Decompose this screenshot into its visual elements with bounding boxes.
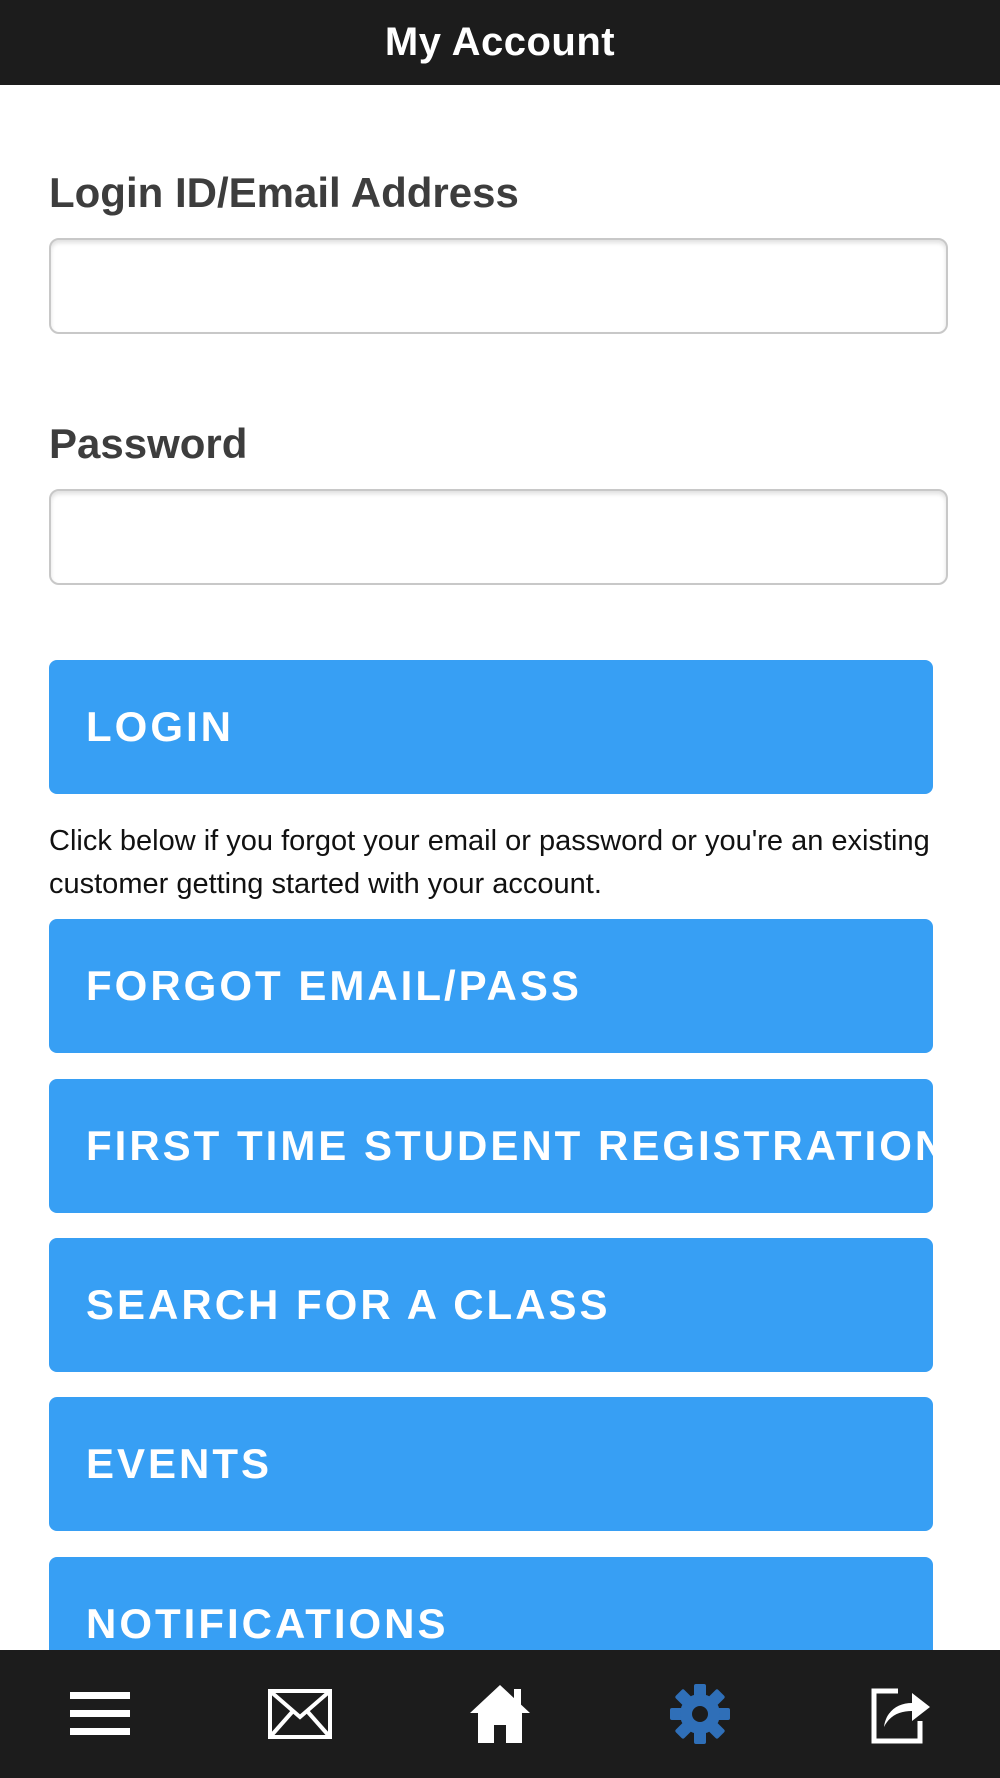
notifications-button-label: NOTIFICATIONS bbox=[86, 1600, 449, 1647]
password-input[interactable] bbox=[49, 489, 948, 585]
gear-icon bbox=[670, 1684, 730, 1744]
login-button-label: LOGIN bbox=[86, 703, 234, 750]
forgot-button-label: FORGOT EMAIL/PASS bbox=[86, 962, 582, 1009]
app-window: My Account Login ID/Email Address Passwo… bbox=[0, 0, 1000, 1778]
mail-icon bbox=[268, 1689, 332, 1739]
nav-mail-button[interactable] bbox=[255, 1669, 345, 1759]
nav-menu-button[interactable] bbox=[55, 1669, 145, 1759]
menu-icon bbox=[70, 1692, 130, 1735]
top-bar: My Account bbox=[0, 0, 1000, 85]
page-title: My Account bbox=[384, 20, 616, 64]
share-icon bbox=[871, 1688, 930, 1744]
login-button[interactable]: LOGIN bbox=[49, 660, 933, 794]
login-id-label: Login ID/Email Address bbox=[49, 169, 519, 216]
first-time-registration-button[interactable]: FIRST TIME STUDENT REGISTRATION bbox=[49, 1079, 945, 1213]
login-id-input[interactable] bbox=[49, 238, 948, 334]
nav-share-button[interactable] bbox=[855, 1669, 945, 1759]
password-label: Password bbox=[49, 420, 248, 467]
main-content: Login ID/Email Address Password LOGIN Cl… bbox=[0, 85, 1000, 1650]
forgot-email-pass-button[interactable]: FORGOT EMAIL/PASS bbox=[49, 919, 933, 1053]
nav-settings-button[interactable] bbox=[655, 1669, 745, 1759]
events-button[interactable]: EVENTS bbox=[49, 1397, 933, 1531]
search-class-button[interactable]: SEARCH FOR A CLASS bbox=[49, 1238, 933, 1372]
help-text: Click below if you forgot your email or … bbox=[49, 825, 930, 900]
bottom-nav-bar bbox=[0, 1650, 1000, 1778]
nav-home-button[interactable] bbox=[455, 1669, 545, 1759]
first-time-button-label: FIRST TIME STUDENT REGISTRATION bbox=[86, 1122, 949, 1169]
notifications-button[interactable]: NOTIFICATIONS bbox=[49, 1557, 933, 1650]
home-icon bbox=[470, 1685, 530, 1743]
events-button-label: EVENTS bbox=[86, 1440, 273, 1487]
search-class-button-label: SEARCH FOR A CLASS bbox=[86, 1281, 611, 1328]
